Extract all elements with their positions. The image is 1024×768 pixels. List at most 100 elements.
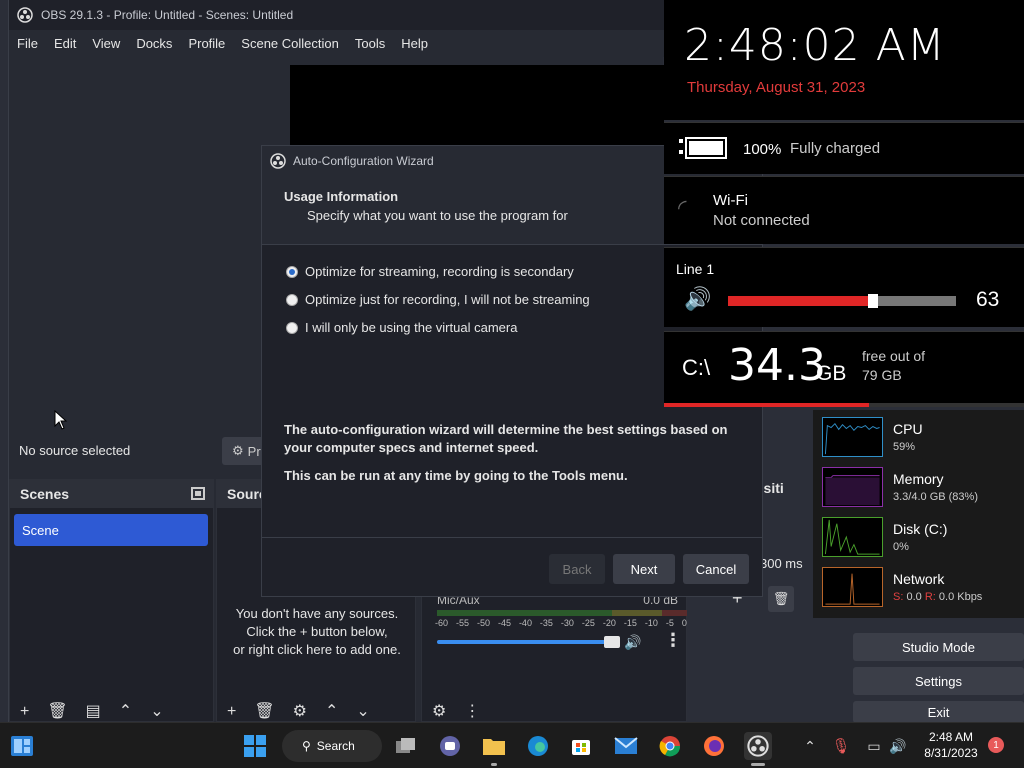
disk-graph <box>822 517 883 557</box>
option-streaming[interactable]: Optimize for streaming, recording is sec… <box>286 264 574 279</box>
trash-icon[interactable]: 🗑 <box>254 701 274 721</box>
disk-widget: C:\ 34.3 GB free out of 79 GB <box>664 331 1024 407</box>
start-button-icon[interactable] <box>241 732 269 760</box>
option-virtual-camera[interactable]: I will only be using the virtual camera <box>286 320 517 335</box>
store-icon[interactable] <box>567 732 595 760</box>
radio-checked-icon[interactable] <box>286 265 298 278</box>
edge-browser-icon[interactable] <box>524 732 552 760</box>
audio-widget: Line 1 🔊 63 <box>664 247 1024 327</box>
add-icon[interactable]: + <box>227 703 236 721</box>
add-icon[interactable]: + <box>20 703 29 721</box>
perf-network[interactable]: Network S: 0.0 R: 0.0 Kbps <box>821 567 1024 609</box>
menu-help[interactable]: Help <box>401 36 428 51</box>
wizard-tools-hint: This can be run at any time by going to … <box>284 468 628 483</box>
chevron-down-icon[interactable]: ⌄ <box>150 701 163 721</box>
back-button[interactable]: Back <box>549 554 605 584</box>
chevron-down-icon[interactable]: ⌄ <box>356 701 369 721</box>
volume-icon[interactable]: 🔊 <box>884 732 912 760</box>
tray-clock[interactable]: 2:48 AM 8/31/2023 <box>916 729 986 761</box>
network-value: S: 0.0 R: 0.0 Kbps <box>893 591 982 603</box>
tick: -10 <box>644 618 658 628</box>
chevron-up-icon[interactable]: ⌃ <box>796 732 824 760</box>
active-indicator <box>491 763 497 766</box>
cpu-graph <box>822 417 883 457</box>
search-icon: ⚲ <box>302 739 311 753</box>
cancel-button[interactable]: Cancel <box>683 554 749 584</box>
clock-time: 2:48:02 AM <box>684 20 946 71</box>
firefox-icon[interactable] <box>700 732 728 760</box>
scenes-title: Scenes <box>20 486 70 502</box>
option-recording[interactable]: Optimize just for recording, I will not … <box>286 292 590 307</box>
gear-icon[interactable]: ⚙ <box>293 701 307 721</box>
memory-label: Memory <box>893 471 944 487</box>
radio-icon[interactable] <box>286 321 298 334</box>
transition-duration[interactable]: 300 ms <box>760 556 803 571</box>
notification-badge[interactable]: 1 <box>988 737 1004 753</box>
undock-icon[interactable] <box>191 487 205 500</box>
chevron-up-icon[interactable]: ⌃ <box>325 701 338 721</box>
filter-icon[interactable]: ▤ <box>86 701 101 721</box>
clock-date: Thursday, August 31, 2023 <box>687 79 866 96</box>
tick: -15 <box>623 618 637 628</box>
network-label: Network <box>893 571 945 587</box>
menu-profile[interactable]: Profile <box>188 36 225 51</box>
more-options-icon[interactable]: ⋮ <box>664 630 682 651</box>
menu-file[interactable]: File <box>17 36 38 51</box>
scenes-header: Scenes <box>10 480 213 508</box>
option-streaming-label: Optimize for streaming, recording is sec… <box>305 264 574 279</box>
mail-icon[interactable] <box>612 732 640 760</box>
microphone-icon[interactable]: 🎙 <box>827 732 855 760</box>
battery-widget: 100% Fully charged <box>664 122 1024 174</box>
scene-item-label: Scene <box>22 522 59 538</box>
perf-cpu[interactable]: CPU 59% <box>821 417 1024 459</box>
obs-title: OBS 29.1.3 - Profile: Untitled - Scenes:… <box>41 8 294 22</box>
disk-drive-label: C:\ <box>682 355 711 380</box>
menu-scene-collection[interactable]: Scene Collection <box>241 36 339 51</box>
settings-button[interactable]: Settings <box>853 667 1024 695</box>
file-explorer-icon[interactable] <box>480 732 508 766</box>
menu-tools[interactable]: Tools <box>355 36 385 51</box>
chrome-icon[interactable] <box>656 732 684 760</box>
speaker-icon[interactable]: 🔊 <box>624 634 641 651</box>
audio-level-fill <box>728 296 872 306</box>
next-button[interactable]: Next <box>613 554 675 584</box>
tray-date: 8/31/2023 <box>924 746 978 760</box>
menu-edit[interactable]: Edit <box>54 36 76 51</box>
trash-icon[interactable]: 🗑 <box>47 701 67 721</box>
tick: -55 <box>455 618 469 628</box>
tray-time: 2:48 AM <box>928 730 974 744</box>
widgets-icon[interactable] <box>8 732 36 760</box>
obs-taskbar-icon[interactable] <box>744 732 772 766</box>
tick: -40 <box>518 618 532 628</box>
radio-icon[interactable] <box>286 293 298 306</box>
audio-level-knob[interactable] <box>868 294 878 308</box>
menu-docks[interactable]: Docks <box>136 36 172 51</box>
trash-icon[interactable]: 🗑 <box>768 586 794 612</box>
disk-free-unit: GB <box>816 362 847 385</box>
gear-icon[interactable]: ⚙ <box>432 701 446 721</box>
chevron-up-icon[interactable]: ⌃ <box>119 701 132 721</box>
network-receive-value: 0.0 Kbps <box>938 591 983 603</box>
menu-view[interactable]: View <box>92 36 120 51</box>
audio-device-name: Line 1 <box>676 261 715 277</box>
volume-slider[interactable] <box>437 636 620 648</box>
audio-level-bar[interactable] <box>728 294 956 308</box>
preview-canvas[interactable] <box>290 65 664 153</box>
more-options-icon[interactable]: ⋮ <box>464 701 480 721</box>
taskbar-search[interactable]: ⚲ Search <box>282 730 382 762</box>
perf-memory[interactable]: Memory 3.3/4.0 GB (83%) <box>821 467 1024 509</box>
studio-mode-button[interactable]: Studio Mode <box>853 633 1024 661</box>
sources-empty-message[interactable]: You don't have any sources. Click the + … <box>217 605 417 659</box>
scene-list-item[interactable]: Scene <box>14 514 208 546</box>
task-view-icon[interactable] <box>392 732 420 760</box>
disk-free-size: 34.3 <box>728 340 826 391</box>
battery-status: Fully charged <box>790 140 881 157</box>
tick: -45 <box>497 618 511 628</box>
teams-chat-icon[interactable] <box>436 732 464 760</box>
wifi-widget: ◜ Wi-Fi Not connected <box>664 176 1024 244</box>
perf-disk[interactable]: Disk (C:) 0% <box>821 517 1024 559</box>
disk-usage-bar <box>664 403 869 407</box>
scenes-toolbar: + 🗑 ▤ ⌃ ⌄ <box>10 703 213 721</box>
exit-button[interactable]: Exit <box>853 701 1024 723</box>
obs-titlebar[interactable]: OBS 29.1.3 - Profile: Untitled - Scenes:… <box>9 0 664 30</box>
